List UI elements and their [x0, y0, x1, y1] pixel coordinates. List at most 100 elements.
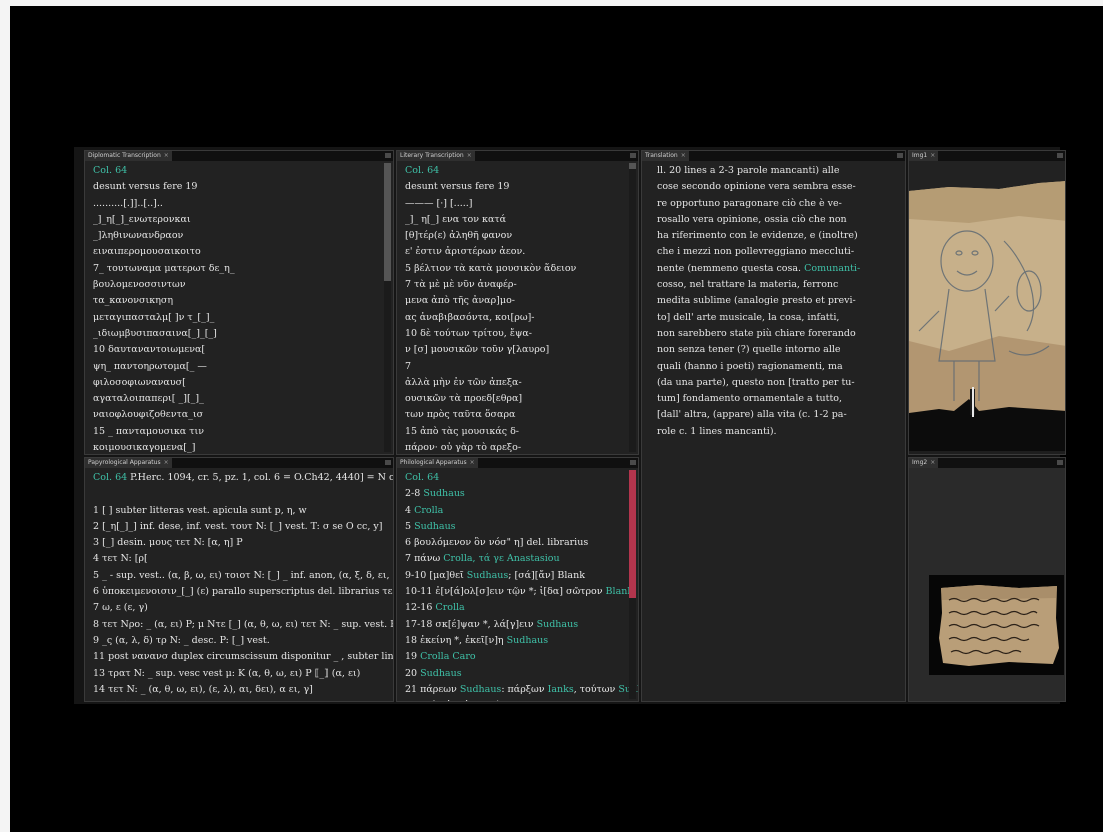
text-fragment: (da una parte), questo non [tratto per t… — [657, 376, 855, 388]
scholar-link[interactable]: Crolla, τά γε Anastasiou — [443, 553, 559, 564]
panel-menu-icon[interactable] — [385, 460, 391, 465]
close-icon[interactable]: × — [164, 152, 169, 159]
scholar-link[interactable]: Crolla — [414, 505, 443, 516]
papyrus-fragment — [909, 468, 1065, 701]
text-fragment: 20 — [405, 667, 421, 679]
tab-literary-transcription[interactable]: Literary Transcription × — [397, 151, 475, 161]
scholar-link[interactable]: Sudhaus — [522, 700, 563, 701]
text-fragment: 2-8 — [405, 488, 424, 500]
text-line: ..........[.]]..[..].. — [93, 197, 163, 209]
tab-papyrological-apparatus[interactable]: Papyrological Apparatus × — [85, 458, 172, 468]
text-line: ναιοφλουφιζοθεντα_ισ — [93, 409, 204, 421]
column-heading: Col. 64 — [405, 165, 440, 176]
text-fragment: 4 — [405, 504, 415, 516]
close-icon[interactable]: × — [467, 152, 472, 159]
scrollbar[interactable] — [629, 470, 636, 699]
text-line: _]_η[_]_ενωτερονκαι — [93, 213, 191, 225]
scholar-link[interactable]: Sudhaus — [414, 521, 455, 532]
text-line: 4 Crolla — [405, 503, 638, 519]
scholar-link[interactable]: Sudhaus — [467, 570, 508, 581]
close-icon[interactable]: × — [681, 152, 686, 159]
text-line: μεταγιπασταλμ[ ]ν τ_[_]_ — [93, 311, 215, 323]
text-line: rosallo vera opinione, ossia ciò che non — [657, 212, 905, 228]
text-fragment: medita sublime (analogie presto et previ… — [657, 295, 856, 307]
text-line: desunt versus fere 19 — [405, 181, 510, 193]
scrollbar-thumb[interactable] — [629, 163, 636, 169]
text-fragment: , τούτων — [573, 683, 619, 695]
scholar-link[interactable]: Sudhaus — [460, 684, 501, 695]
panel-menu-icon[interactable] — [630, 153, 636, 158]
tab-img1[interactable]: Img1 × — [909, 151, 939, 161]
text-line: 5 βέλτιον τὰ κατὰ μουσικὸν ἅδειον — [405, 262, 577, 274]
tab-philological-apparatus[interactable]: Philological Apparatus × — [397, 458, 478, 468]
text-line: 15 ἀπὸ τὰς μουσικάς δ- — [405, 425, 520, 437]
text-line: 7_ τουτωναμα ματερωτ δε_η_ — [93, 262, 235, 274]
text-line: ας ἀναβιβασόντα, κοι[ρω]- — [405, 311, 535, 323]
scholar-link[interactable]: Crolla — [435, 602, 464, 613]
scholar-link[interactable]: Sudhaus — [537, 619, 578, 630]
text-line: _ιδιωμβυσιπασαινα[_]_[_] — [93, 327, 217, 339]
panel-menu-icon[interactable] — [630, 460, 636, 465]
panel-philological-apparatus: Philological Apparatus × Col. 64 2-8 Sudha… — [396, 457, 639, 702]
tab-translation[interactable]: Translation × — [642, 151, 689, 161]
close-icon[interactable]: × — [164, 459, 169, 466]
text-fragment: ha riferimento con le evidenze, e (inolt… — [657, 230, 858, 242]
text-fragment: role c. 1 lines mancanti). — [657, 425, 777, 437]
panel-translation: Translation × ll. 20 lines a 2-3 parole m… — [641, 150, 906, 702]
text-fragment: 23 πρὸς ἐ[τ]ὁ *, τούτων — [405, 700, 522, 701]
scholar-link[interactable]: Ianks — [548, 684, 574, 695]
tab-diplomatic-transcription[interactable]: Diplomatic Transcription × — [85, 151, 172, 161]
panel-menu-icon[interactable] — [385, 153, 391, 158]
text-line: 7 — [405, 360, 412, 372]
text-fragment: Col. 64 — [405, 472, 440, 483]
scrollbar[interactable] — [629, 163, 636, 452]
papyrus-fragment-image[interactable] — [909, 468, 1065, 701]
video-frame: Diplomatic Transcription × Col. 64 desunt … — [10, 6, 1103, 832]
text-line — [93, 486, 393, 502]
scrollbar-thumb[interactable] — [629, 470, 636, 598]
papyrus-drawing-image[interactable] — [909, 161, 1065, 454]
text-line: ε' ἐστιν ἀριστέρων ἀεον. — [405, 246, 526, 258]
scholar-link[interactable]: Sudhaus — [420, 668, 461, 679]
text-line: 8 τετ Νρο: _ (α, ει) P; μ Ντε [_] (α, θ,… — [93, 618, 393, 630]
text-line: 20 Sudhaus — [405, 666, 638, 682]
close-icon[interactable]: × — [470, 459, 475, 466]
text-fragment: 10-11 ἐ[ν[ά]ολ[σ]ειν τῷν *; ἰ[δα] σῶτρον — [405, 586, 606, 598]
scrollbar[interactable] — [384, 163, 391, 452]
text-fragment: : πάρξων — [501, 683, 548, 695]
scholar-link[interactable]: Crolla Caro — [420, 651, 475, 662]
app-window: Diplomatic Transcription × Col. 64 desunt … — [74, 147, 1066, 704]
tab-bar: Literary Transcription × — [397, 151, 638, 161]
scholar-link[interactable]: Comunanti- — [804, 263, 860, 274]
apparatus-text: Col. 64 P.Herc. 1094, cr. 5, pz. 1, col.… — [85, 468, 393, 701]
panel-menu-icon[interactable] — [897, 153, 903, 158]
panel-diplomatic-transcription: Diplomatic Transcription × Col. 64 desunt … — [84, 150, 394, 455]
tab-label: Philological Apparatus — [400, 459, 467, 466]
text-fragment: 6 βουλόμενον ὃν νόσ" η] del. librarius — [405, 537, 589, 549]
tab-label: Diplomatic Transcription — [88, 152, 161, 159]
close-icon[interactable]: × — [930, 459, 935, 466]
text-line: ειναιπερομουσαικοιτο — [93, 246, 201, 258]
text-line: 10 δαυταναντοιωμενα[ — [93, 344, 206, 356]
scholar-link[interactable]: Sudhaus — [423, 488, 464, 499]
panel-menu-icon[interactable] — [1057, 153, 1063, 158]
panel-menu-icon[interactable] — [1057, 460, 1063, 465]
philological-text: Col. 64 2-8 Sudhaus 4 Crolla 5 Sudhaus 6 βου… — [397, 468, 638, 701]
scrollbar-thumb[interactable] — [384, 163, 391, 281]
text-fragment: ll. 20 lines a 2-3 parole mancanti) alle — [657, 165, 840, 176]
text-fragment: non senza tener (?) quelle intorno alle — [657, 344, 841, 356]
scholar-link[interactable]: Sudhaus — [507, 635, 548, 646]
text-fragment: 21 πάρεων — [405, 683, 460, 695]
text-line: πάρον· οὐ γὰρ τὸ αρεξο- — [405, 442, 522, 454]
text-line: 9 _ς (α, λ, δ) τρ N: _ desc. P: [_] vest… — [93, 634, 270, 646]
text-fragment: 5 — [405, 520, 415, 532]
text-line: βουλομενοσσιντων — [93, 279, 186, 291]
text-line: 15 _ πανταμουσικα τιν — [93, 425, 204, 437]
text-line: Col. 64 — [405, 470, 638, 486]
text-line: ——— [·] [.....] — [405, 197, 473, 209]
close-icon[interactable]: × — [930, 152, 935, 159]
tab-img2[interactable]: Img2 × — [909, 458, 939, 468]
text-line: τα_κανονσικηση — [93, 295, 174, 307]
text-line: ll. 20 lines a 2-3 parole mancanti) alle — [657, 163, 905, 179]
text-line: κοιμουσικαγομενα[_] — [93, 442, 196, 454]
